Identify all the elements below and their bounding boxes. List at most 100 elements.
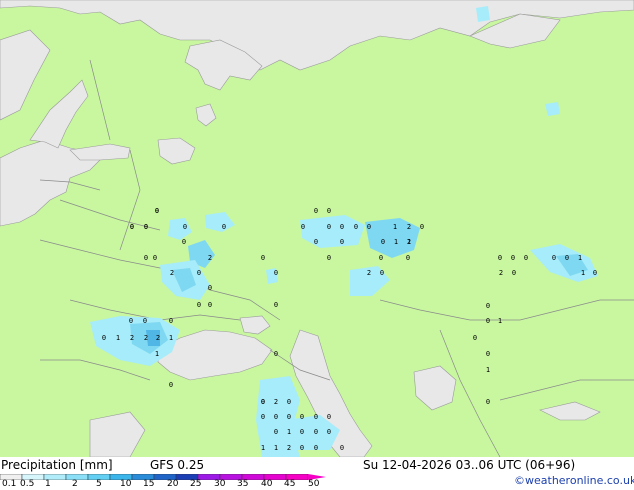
precip-value-label: 0 xyxy=(593,269,597,277)
precip-value-label: 0 xyxy=(300,444,304,452)
precip-value-label: 2 xyxy=(367,269,371,277)
precip-value-label: 0 xyxy=(197,301,201,309)
precip-value-label: 0 xyxy=(169,381,173,389)
scale-tick-label: 45 xyxy=(284,479,296,489)
precip-value-label: 2 xyxy=(130,334,134,342)
precip-value-label: 0 xyxy=(261,398,265,406)
scale-tick-label: 20 xyxy=(167,479,179,489)
precip-value-label: 0 xyxy=(314,428,318,436)
precip-value-label: 0 xyxy=(144,254,148,262)
precip-value-label: 0 xyxy=(420,223,424,231)
precip-value-label: 0 xyxy=(512,269,516,277)
precip-value-label: 1 xyxy=(394,238,398,246)
precip-value-label: 0 xyxy=(182,238,186,246)
scale-tick-label: 0.5 xyxy=(20,479,35,489)
precip-value-label: 0 xyxy=(498,254,502,262)
precip-value-label: 0 xyxy=(486,350,490,358)
credit-link[interactable]: ©weatheronline.co.uk xyxy=(514,474,634,487)
model-name: GFS 0.25 xyxy=(150,458,205,472)
scale-tick-label: 30 xyxy=(214,479,226,489)
precip-value-label: 0 xyxy=(155,207,159,215)
precip-value-label: 0 xyxy=(511,254,515,262)
precip-value-label: 0 xyxy=(208,301,212,309)
precip-value-label: 0 xyxy=(129,317,133,325)
precip-value-label: 0 xyxy=(102,334,106,342)
precip-patch xyxy=(476,6,490,22)
map-canvas: 00 0 0 00 20002 000 0000 1 2 2 2 1010 00 00 0 0 0 00 00 01 2… xyxy=(0,0,634,457)
precip-value-label: 0 xyxy=(183,223,187,231)
precip-value-label: 0 xyxy=(301,223,305,231)
scale-tick-label: 15 xyxy=(143,479,155,489)
scale-tick-label: 1 xyxy=(45,479,51,489)
precip-value-label: 0 xyxy=(300,428,304,436)
precip-value-label: 1 xyxy=(261,444,265,452)
precip-value-label: 0 xyxy=(208,284,212,292)
precip-value-label: 0 xyxy=(486,317,490,325)
map-view[interactable]: 0000002000200000001222101000000000000012… xyxy=(0,0,634,457)
precip-value-label: 0 xyxy=(340,223,344,231)
precip-value-label: 0 xyxy=(486,302,490,310)
precip-value-label: 0 xyxy=(300,413,304,421)
precip-value-label: 0 xyxy=(354,223,358,231)
scale-tick-label: 5 xyxy=(96,479,102,489)
precip-value-label: 1 xyxy=(169,334,173,342)
precip-value-label: 2 xyxy=(144,334,148,342)
precip-value-label: 0 xyxy=(261,413,265,421)
precip-value-label: 1 xyxy=(407,238,411,246)
precip-value-label: 0 xyxy=(327,207,331,215)
scale-tick-label: 50 xyxy=(308,479,320,489)
precip-value-label: 1 xyxy=(581,269,585,277)
precip-value-label: 0 xyxy=(340,444,344,452)
precip-value-label: 0 xyxy=(287,413,291,421)
scale-tick-label: 40 xyxy=(261,479,273,489)
precip-value-label: 0 xyxy=(524,254,528,262)
precip-value-label: 2 xyxy=(208,254,212,262)
precip-value-label: 0 xyxy=(367,223,371,231)
precip-value-label: 0 xyxy=(565,254,569,262)
precip-value-label: 1 xyxy=(486,366,490,374)
precip-value-label: 1 xyxy=(274,444,278,452)
precip-value-label: 0 xyxy=(169,317,173,325)
precip-value-label: 0 xyxy=(380,269,384,277)
precip-value-label: 0 xyxy=(314,238,318,246)
precip-value-label: 0 xyxy=(274,301,278,309)
precip-value-label: 0 xyxy=(327,223,331,231)
precip-value-label: 2 xyxy=(274,398,278,406)
precip-value-label: 0 xyxy=(327,428,331,436)
scale-tick-label: 2 xyxy=(72,479,78,489)
precip-value-label: 1 xyxy=(498,317,502,325)
precip-value-label: 0 xyxy=(130,223,134,231)
precip-value-label: 1 xyxy=(155,350,159,358)
precip-value-label: 0 xyxy=(381,238,385,246)
precip-value-label: 0 xyxy=(143,317,147,325)
precip-value-label: 0 xyxy=(274,269,278,277)
scale-tick-label: 35 xyxy=(237,479,249,489)
precip-value-label: 0 xyxy=(153,254,157,262)
precip-value-label: 0 xyxy=(340,238,344,246)
precip-value-label: 0 xyxy=(406,254,410,262)
precip-value-label: 0 xyxy=(327,254,331,262)
precip-value-label: 0 xyxy=(222,223,226,231)
precip-value-label: 2 xyxy=(407,223,411,231)
precip-value-label: 0 xyxy=(274,350,278,358)
precip-value-label: 0 xyxy=(274,428,278,436)
precip-value-label: 2 xyxy=(499,269,503,277)
scale-tick-label: 25 xyxy=(190,479,202,489)
precip-value-label: 0 xyxy=(287,398,291,406)
product-title: Precipitation [mm] xyxy=(1,458,113,472)
precip-value-label: 0 xyxy=(197,269,201,277)
precip-value-label: 0 xyxy=(486,398,490,406)
scale-tick-label: 10 xyxy=(120,479,132,489)
valid-datetime: Su 12-04-2026 03..06 UTC (06+96) xyxy=(363,458,576,472)
precip-value-label: 0 xyxy=(314,413,318,421)
precip-value-label: 0 xyxy=(261,254,265,262)
precip-value-label: 0 xyxy=(552,254,556,262)
precip-value-label: 2 xyxy=(287,444,291,452)
precip-value-label: 0 xyxy=(314,444,318,452)
precip-value-label: 1 xyxy=(393,223,397,231)
precip-value-label: 0 xyxy=(314,207,318,215)
precip-value-label: 1 xyxy=(578,254,582,262)
precip-value-label: 0 xyxy=(327,413,331,421)
scale-tick-label: 0.1 xyxy=(2,479,17,489)
precip-value-label: 2 xyxy=(156,334,160,342)
